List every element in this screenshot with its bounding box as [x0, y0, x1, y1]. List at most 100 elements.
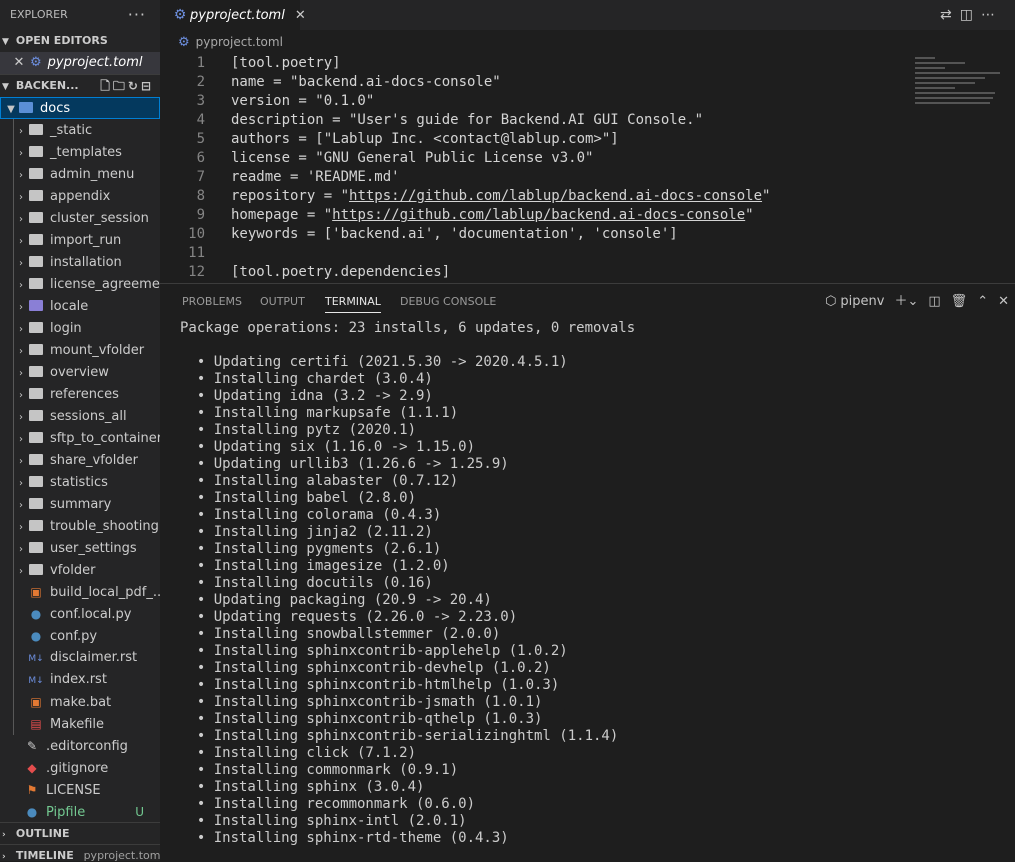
new-folder-icon[interactable]: 🗀	[113, 79, 128, 93]
terminal-line: Package operations: 23 installs, 6 updat…	[180, 320, 636, 336]
editor-area: ⚙ pyproject.toml ✕ ⇄◫⋯ ⚙ pyproject.toml 1 [t…	[160, 0, 1015, 862]
tree-folder[interactable]: › installation	[0, 251, 160, 273]
terminal-line: • Installing sphinxcontrib-htmlhelp (1.0…	[180, 677, 560, 693]
more-actions-icon[interactable]: ···	[128, 0, 146, 30]
explorer-title-label: EXPLORER	[10, 8, 68, 21]
tab-terminal[interactable]: TERMINAL	[325, 284, 381, 319]
compare-icon[interactable]: ⇄	[940, 7, 960, 23]
terminal-line: • Installing sphinx-intl (2.0.1)	[180, 813, 467, 829]
new-terminal-icon[interactable]: ＋⌄	[894, 294, 918, 309]
code-editor[interactable]: 1 [tool.poetry] 2 name = "backend.ai-docs-c…	[160, 54, 1015, 282]
tree-file[interactable]: ⚑ LICENSE	[0, 779, 160, 801]
outline-header[interactable]: › OUTLINE	[0, 822, 160, 845]
editor-tab[interactable]: ⚙ pyproject.toml ✕	[160, 0, 306, 30]
terminal-output[interactable]: Package operations: 23 installs, 6 updat…	[180, 320, 1010, 847]
tree-file[interactable]: ● Pipfile U	[0, 801, 160, 823]
tree-file[interactable]: ▤ Makefile	[0, 713, 160, 735]
tree-folder[interactable]: › appendix	[0, 185, 160, 207]
close-icon[interactable]: ✕	[8, 52, 30, 74]
tree-file-label: build_local_pdf_...	[50, 585, 160, 600]
line-content: name = "backend.ai-docs-console"	[231, 74, 501, 90]
open-editor-item[interactable]: ✕ ⚙ pyproject.toml	[0, 52, 160, 74]
line-content: license = "GNU General Public License v3…	[231, 150, 594, 166]
tab-debug-console[interactable]: DEBUG CONSOLE	[400, 284, 496, 319]
tree-folder[interactable]: › user_settings	[0, 537, 160, 559]
chevron-right-icon: ›	[19, 324, 23, 335]
chevron-right-icon: ›	[19, 258, 23, 269]
terminal-line: • Updating idna (3.2 -> 2.9)	[180, 388, 433, 404]
workspace-actions: 🗋🗀↻⊟	[100, 75, 154, 97]
tree-file-label: .gitignore	[46, 761, 109, 776]
code-link[interactable]: https://github.com/lablup/backend.ai-doc…	[332, 207, 745, 223]
folder-icon	[28, 339, 44, 361]
tree-folder[interactable]: › mount_vfolder	[0, 339, 160, 361]
folder-icon	[28, 229, 44, 251]
split-editor-icon[interactable]: ◫	[960, 7, 981, 23]
tree-file-label: Pipfile	[46, 805, 86, 820]
refresh-icon[interactable]: ↻	[128, 79, 141, 93]
tree-folder[interactable]: › import_run	[0, 229, 160, 251]
chevron-right-icon: ›	[19, 280, 23, 291]
tree-file[interactable]: ● conf.py	[0, 625, 160, 647]
markdown-icon: M↓	[28, 676, 44, 686]
workspace-header[interactable]: ▼ BACKEN... 🗋🗀↻⊟	[0, 74, 160, 97]
tree-file[interactable]: ▣ make.bat	[0, 691, 160, 713]
breadcrumb[interactable]: ⚙ pyproject.toml	[160, 30, 1015, 54]
tab-problems[interactable]: PROBLEMS	[182, 284, 242, 319]
tree-file[interactable]: ✎ .editorconfig	[0, 735, 160, 757]
code-link[interactable]: https://github.com/lablup/backend.ai-doc…	[349, 188, 762, 204]
tree-folder[interactable]: › _static	[0, 119, 160, 141]
tree-folder[interactable]: › share_vfolder	[0, 449, 160, 471]
code-line: 10 keywords = ['backend.ai', 'documentati…	[160, 225, 1015, 244]
tree-folder-label: locale	[50, 299, 89, 314]
explorer-title: EXPLORER ···	[0, 0, 160, 30]
tree-folder[interactable]: › vfolder	[0, 559, 160, 581]
terminal-name[interactable]: pipenv	[840, 294, 884, 309]
code-line: 2 name = "backend.ai-docs-console"	[160, 73, 1015, 92]
folder-icon	[28, 207, 44, 229]
tab-output[interactable]: OUTPUT	[260, 284, 305, 319]
more-actions-icon[interactable]: ⋯	[981, 7, 1003, 23]
line-number: 10	[188, 226, 205, 242]
tree-file-label: index.rst	[50, 672, 107, 687]
minimap[interactable]	[915, 54, 1005, 114]
chevron-right-icon: ›	[19, 456, 23, 467]
close-panel-icon[interactable]: ✕	[998, 294, 1009, 309]
tree-folder[interactable]: › locale	[0, 295, 160, 317]
close-icon[interactable]: ✕	[295, 8, 306, 23]
tree-folder-docs[interactable]: ▼ docs	[0, 97, 160, 119]
tree-folder[interactable]: › license_agreeme...	[0, 273, 160, 295]
tree-file[interactable]: M↓ index.rst	[0, 669, 160, 691]
tree-folder[interactable]: › sftp_to_container	[0, 427, 160, 449]
git-status-badge: U	[135, 805, 144, 819]
folder-icon	[28, 427, 44, 449]
trash-icon[interactable]: 🗑	[951, 294, 968, 309]
tree-folder[interactable]: › sessions_all	[0, 405, 160, 427]
open-editors-header[interactable]: ▼ OPEN EDITORS	[0, 30, 160, 52]
tree-folder[interactable]: › overview	[0, 361, 160, 383]
tree-folder[interactable]: › login	[0, 317, 160, 339]
tree-folder[interactable]: › admin_menu	[0, 163, 160, 185]
chevron-right-icon: ›	[19, 302, 23, 313]
tab-bar: ⚙ pyproject.toml ✕ ⇄◫⋯	[160, 0, 1015, 30]
new-file-icon[interactable]: 🗋	[100, 79, 113, 93]
timeline-header[interactable]: › TIMELINE pyproject.toml	[0, 844, 160, 861]
tree-folder[interactable]: › _templates	[0, 141, 160, 163]
maximize-panel-icon[interactable]: ⌃	[977, 294, 988, 309]
tree-file[interactable]: ◆ .gitignore	[0, 757, 160, 779]
tree-folder[interactable]: › cluster_session	[0, 207, 160, 229]
collapse-all-icon[interactable]: ⊟	[141, 79, 154, 93]
code-line: 9 homepage = "https://github.com/lablup/b…	[160, 206, 1015, 225]
tree-folder[interactable]: › summary	[0, 493, 160, 515]
split-terminal-icon[interactable]: ◫	[928, 294, 940, 309]
tree-file[interactable]: ▣ build_local_pdf_...	[0, 581, 160, 603]
tree-folder[interactable]: › references	[0, 383, 160, 405]
tree-file[interactable]: M↓ disclaimer.rst	[0, 647, 160, 669]
tree-folder[interactable]: › trouble_shooting	[0, 515, 160, 537]
line-number: 6	[196, 150, 205, 166]
tree-folder[interactable]: › statistics	[0, 471, 160, 493]
terminal-line: • Installing imagesize (1.2.0)	[180, 558, 450, 574]
tree-file[interactable]: ● conf.local.py	[0, 603, 160, 625]
open-editor-name: pyproject.toml	[47, 55, 143, 70]
terminal-line: • Installing markupsafe (1.1.1)	[180, 405, 459, 421]
